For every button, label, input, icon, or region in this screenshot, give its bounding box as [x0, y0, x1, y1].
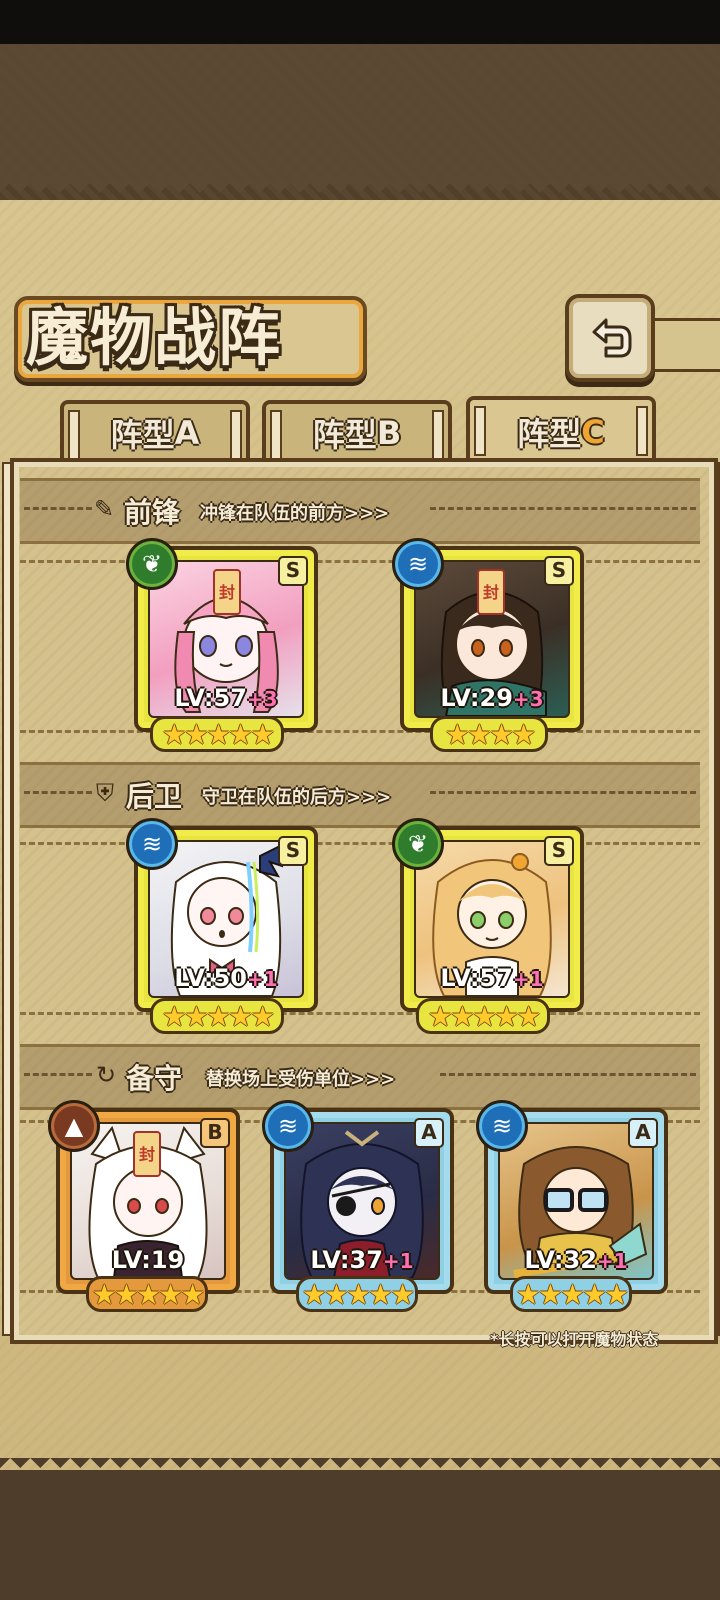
- tab-pillar: [230, 410, 242, 460]
- rank-badge: S: [278, 556, 308, 586]
- level-value: LV:57: [440, 964, 513, 992]
- svg-text:封: 封: [139, 1145, 155, 1164]
- svg-text:封: 封: [219, 583, 235, 602]
- star-rating: ★★★★★: [86, 1276, 208, 1312]
- level-value: LV:57: [174, 684, 247, 712]
- level-value: LV:29: [440, 684, 513, 712]
- divider: [430, 791, 696, 794]
- level-bonus: +1: [596, 1249, 628, 1273]
- leaf-element-icon: ❦: [126, 538, 178, 590]
- tab-formation-c[interactable]: 阵型 C: [466, 396, 656, 464]
- torn-edge-bottom: [0, 1458, 720, 1478]
- status-bar: [0, 0, 720, 44]
- level-label: LV:37+1: [274, 1246, 450, 1274]
- long-press-hint: *长按可以打开魔物状态: [490, 1330, 659, 1349]
- tab-label: 阵型: [110, 416, 175, 454]
- rank-badge: B: [200, 1118, 230, 1148]
- tab-letter: B: [376, 414, 402, 452]
- tab-label: 阵型: [517, 415, 582, 453]
- torn-edge-top: [0, 183, 720, 203]
- divider: [24, 791, 92, 794]
- tab-pillar: [636, 406, 648, 456]
- divider: [440, 1073, 696, 1076]
- star-rating: ★★★★★: [150, 716, 284, 752]
- divider: [430, 507, 696, 510]
- tab-pillar: [432, 410, 444, 460]
- rank-badge: A: [414, 1118, 444, 1148]
- back-arrow-icon: [592, 318, 632, 358]
- tab-formation-a[interactable]: 阵型 A: [60, 400, 250, 462]
- divider: [24, 507, 92, 510]
- leaf-element-icon: ❦: [392, 818, 444, 870]
- row-guide: [20, 560, 700, 563]
- star-rating: ★★★★: [430, 716, 548, 752]
- level-label: LV:32+1: [488, 1246, 664, 1274]
- water-element-icon: ≋: [262, 1100, 314, 1152]
- section-description: 守卫在队伍的后方>>>: [202, 787, 392, 808]
- level-value: LV:50: [174, 964, 247, 992]
- star-rating: ★★★★★: [150, 998, 284, 1034]
- tab-formation-b[interactable]: 阵型 B: [262, 400, 452, 462]
- earth-element-icon: ▲: [48, 1100, 100, 1152]
- sword-icon: ✎: [94, 495, 115, 523]
- svg-text:封: 封: [483, 583, 499, 602]
- star-rating: ★★★★★: [296, 1276, 418, 1312]
- water-element-icon: ≋: [476, 1100, 528, 1152]
- tab-label: 阵型: [312, 416, 377, 454]
- rank-badge: S: [544, 556, 574, 586]
- tab-pillar: [68, 410, 80, 460]
- row-guide: [20, 842, 700, 845]
- bottom-band: [0, 1470, 720, 1600]
- level-bonus: +1: [246, 967, 278, 991]
- level-value: LV:19: [111, 1246, 185, 1274]
- level-label: LV:29+3: [404, 684, 580, 712]
- section-description: 冲锋在队伍的前方>>>: [200, 503, 390, 524]
- tab-letter: A: [174, 414, 200, 452]
- level-label: LV:19: [60, 1246, 236, 1274]
- section-title: 后卫: [126, 780, 183, 813]
- swap-icon: ↻: [96, 1061, 117, 1089]
- level-bonus: +3: [246, 687, 278, 711]
- level-value: LV:32: [524, 1246, 597, 1274]
- rank-badge: S: [278, 836, 308, 866]
- section-header-front: ✎ 前锋 冲锋在队伍的前方>>>: [20, 478, 700, 544]
- back-button-rail: [645, 318, 720, 372]
- level-label: LV:57+1: [404, 964, 580, 992]
- star-rating: ★★★★★: [510, 1276, 632, 1312]
- water-element-icon: ≋: [392, 538, 444, 590]
- tab-pillar: [474, 406, 486, 456]
- tab-letter: C: [581, 413, 605, 451]
- level-label: LV:57+3: [138, 684, 314, 712]
- divider: [24, 1073, 92, 1076]
- rank-badge: S: [544, 836, 574, 866]
- top-band: [0, 44, 720, 184]
- section-title: 前锋: [124, 496, 181, 529]
- star-rating: ★★★★★: [416, 998, 550, 1034]
- water-element-icon: ≋: [126, 818, 178, 870]
- level-bonus: +3: [512, 687, 544, 711]
- level-bonus: +1: [512, 967, 544, 991]
- shield-icon: ⛨: [96, 779, 114, 807]
- tab-pillar: [270, 410, 282, 460]
- section-header-back: ⛨ 后卫 守卫在队伍的后方>>>: [20, 762, 700, 828]
- section-title: 备守: [126, 1062, 183, 1095]
- section-header-reserve: ↻ 备守 替换场上受伤单位>>>: [20, 1044, 700, 1110]
- rank-badge: A: [628, 1118, 658, 1148]
- section-description: 替换场上受伤单位>>>: [206, 1069, 396, 1090]
- level-label: LV:50+1: [138, 964, 314, 992]
- row-guide: [20, 1012, 700, 1015]
- level-bonus: +1: [382, 1249, 414, 1273]
- level-value: LV:37: [310, 1246, 383, 1274]
- back-button[interactable]: [565, 294, 655, 382]
- page-title: 魔物战阵: [26, 301, 283, 374]
- row-guide: [20, 730, 700, 733]
